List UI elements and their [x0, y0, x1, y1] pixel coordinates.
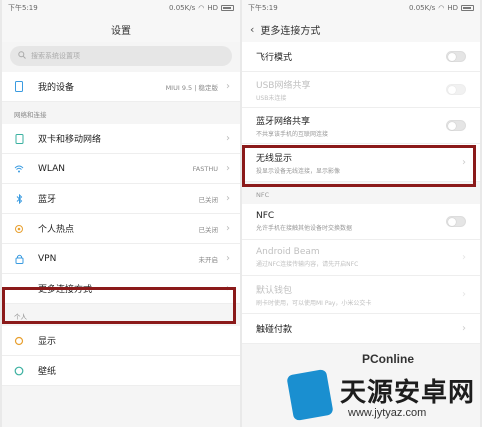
pconline-watermark: PConline — [338, 350, 482, 370]
item-title: 飞行模式 — [256, 53, 293, 63]
item-label: VPN — [38, 253, 57, 264]
sim-icon — [14, 133, 24, 144]
item-title: NFC — [256, 211, 275, 221]
wifi-status-icon: ◠ — [198, 4, 205, 12]
page-header: ‹ 更多连接方式 — [242, 16, 480, 42]
item-label: WLAN — [38, 163, 66, 174]
item-title: 蓝牙网络共享 — [256, 116, 311, 127]
status-time: 下午5:19 — [8, 4, 38, 12]
wifi-icon — [14, 164, 24, 174]
item-value: FASTHU — [192, 164, 218, 173]
wifi-status-icon: ◠ — [438, 4, 445, 12]
status-time: 下午5:19 — [248, 4, 278, 12]
bluetooth-tethering-item[interactable]: 蓝牙网络共享 不共享该手机的互联网连接 — [242, 108, 480, 144]
hotspot-icon — [14, 224, 24, 234]
status-bar: 下午5:19 0.05K/s ◠ HD — [242, 0, 480, 16]
chevron-right-icon: › — [226, 163, 230, 174]
item-title: 触碰付款 — [256, 325, 293, 335]
android-beam-item: Android Beam 通过NFC连接传输内容，请先开启NFC › — [242, 240, 480, 276]
my-device-label: 我的设备 — [38, 83, 75, 93]
item-label: 显示 — [38, 337, 57, 347]
tap-to-pay-item[interactable]: 触碰付款 › — [242, 314, 480, 344]
site-url-watermark: www.jytyaz.com — [348, 407, 427, 419]
item-title: Android Beam — [256, 247, 320, 257]
nfc-list: NFC 允许手机在接触其他设备时交换数据 Android Beam 通过NFC连… — [242, 204, 480, 344]
sidebar-item-vpn[interactable]: VPN 未开启 › — [2, 244, 240, 274]
status-network: HD — [447, 4, 458, 12]
status-network: HD — [207, 4, 218, 12]
item-subtitle: 刷卡时使用，可以使用MI Pay，小米公交卡 — [256, 299, 372, 307]
item-title: 默认钱包 — [256, 285, 293, 296]
item-title: USB网络共享 — [256, 80, 311, 91]
vpn-icon — [14, 254, 24, 264]
chevron-right-icon: › — [462, 252, 466, 263]
battery-icon — [221, 5, 234, 11]
chevron-right-icon: › — [462, 323, 466, 334]
airplane-mode-item[interactable]: 飞行模式 — [242, 42, 480, 72]
item-label: 蓝牙 — [38, 195, 57, 205]
status-bar: 下午5:19 0.05K/s ◠ HD — [2, 0, 240, 16]
chevron-right-icon: › — [462, 289, 466, 300]
battery-icon — [461, 5, 474, 11]
chevron-right-icon: › — [226, 81, 230, 92]
item-value: 未开启 — [198, 255, 219, 264]
sidebar-item-wallpaper[interactable]: 壁纸 — [2, 356, 240, 386]
bluetooth-tethering-toggle[interactable] — [446, 120, 466, 131]
page-title: 设置 — [2, 16, 240, 42]
item-label: 双卡和移动网络 — [38, 135, 102, 145]
item-label: 个人热点 — [38, 225, 75, 235]
section-network: 网络和连接 — [2, 102, 240, 124]
default-wallet-item: 默认钱包 刷卡时使用，可以使用MI Pay，小米公交卡 › — [242, 276, 480, 314]
search-icon — [18, 51, 26, 61]
nfc-toggle[interactable] — [446, 216, 466, 227]
site-logo-icon — [286, 368, 334, 422]
chevron-right-icon: › — [226, 253, 230, 264]
item-value: 已关闭 — [198, 225, 219, 234]
sidebar-item-display[interactable]: 显示 — [2, 326, 240, 356]
bluetooth-icon — [14, 193, 24, 204]
nfc-item[interactable]: NFC 允许手机在接触其他设备时交换数据 — [242, 204, 480, 240]
sidebar-item-bluetooth[interactable]: 蓝牙 已关闭 › — [2, 184, 240, 214]
item-label: 壁纸 — [38, 367, 57, 377]
wallpaper-icon — [14, 366, 24, 376]
highlight-box — [2, 287, 236, 324]
chevron-right-icon: › — [226, 133, 230, 144]
item-subtitle: 不共享该手机的互联网连接 — [256, 130, 329, 138]
display-icon — [14, 336, 24, 346]
chevron-right-icon: › — [226, 193, 230, 204]
status-speed: 0.05K/s — [169, 4, 196, 12]
chevron-right-icon: › — [226, 223, 230, 234]
search-input[interactable]: 搜索系统设置项 — [10, 46, 232, 66]
my-device-item[interactable]: 我的设备 MIUI 9.5 | 稳定版 › — [2, 72, 240, 102]
highlight-box — [242, 145, 476, 187]
item-subtitle: USB未连接 — [256, 94, 287, 102]
site-name-watermark: 天源安卓网 — [340, 378, 476, 408]
airplane-mode-toggle[interactable] — [446, 51, 466, 62]
back-arrow-icon[interactable]: ‹ — [250, 23, 254, 36]
item-subtitle: 通过NFC连接传输内容，请先开启NFC — [256, 261, 359, 268]
pconline-text: PConline — [362, 352, 415, 366]
sidebar-item-hotspot[interactable]: 个人热点 已关闭 › — [2, 214, 240, 244]
usb-tethering-toggle — [446, 84, 466, 95]
page-title: 更多连接方式 — [260, 25, 321, 37]
settings-screen: 下午5:19 0.05K/s ◠ HD 设置 搜索系统设置项 我的设备 MIUI… — [2, 0, 240, 427]
phone-icon — [14, 81, 24, 92]
search-placeholder: 搜索系统设置项 — [31, 52, 80, 60]
sidebar-item-sim[interactable]: 双卡和移动网络 › — [2, 124, 240, 154]
usb-tethering-item: USB网络共享 USB未连接 — [242, 72, 480, 108]
item-value: 已关闭 — [198, 195, 219, 204]
sidebar-item-wlan[interactable]: WLAN FASTHU › — [2, 154, 240, 184]
status-speed: 0.05K/s — [409, 4, 436, 12]
personal-list: 显示 壁纸 — [2, 326, 240, 386]
network-list: 双卡和移动网络 › WLAN FASTHU › 蓝牙 已关闭 › 个人热点 已关 — [2, 124, 240, 304]
my-device-value: MIUI 9.5 | 稳定版 — [165, 83, 218, 92]
item-subtitle: 允许手机在接触其他设备时交换数据 — [256, 225, 353, 232]
